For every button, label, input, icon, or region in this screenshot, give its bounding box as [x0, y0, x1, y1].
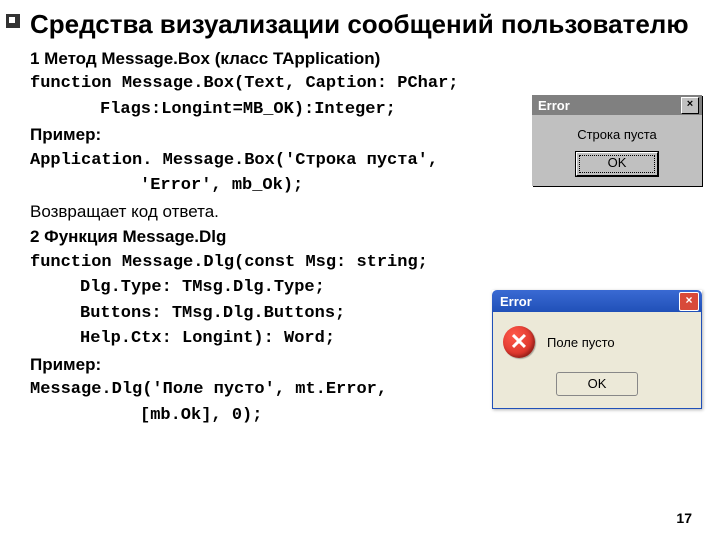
section1-returns: Возвращает код ответа. [30, 199, 690, 225]
dialog2-body: ✕ Поле пусто OK [492, 312, 702, 409]
dialog2-message: Поле пусто [547, 335, 615, 350]
dialog2-title: Error [500, 294, 532, 309]
bullet-icon [6, 14, 20, 28]
dialog1-message: Строка пуста [540, 127, 694, 142]
dialog1-title: Error [538, 98, 570, 113]
section2-heading: 2 Функция Message.Dlg [30, 224, 690, 250]
section1-heading: 1 Метод Message.Box (класс TApplication) [30, 46, 690, 72]
page-number: 17 [676, 510, 692, 526]
ok-button[interactable]: OK [556, 372, 638, 396]
dialog2-titlebar[interactable]: Error × [492, 290, 702, 312]
ok-button[interactable]: OK [576, 152, 658, 176]
messagedlg-dialog: Error × ✕ Поле пусто OK [492, 290, 702, 409]
dialog1-body: Строка пуста OK [532, 115, 702, 186]
section2-decl-line1: function Message.Dlg(const Msg: string; [30, 250, 690, 276]
close-icon[interactable]: × [679, 292, 699, 311]
close-icon[interactable]: × [681, 97, 699, 114]
dialog1-titlebar[interactable]: Error × [532, 95, 702, 115]
messagebox-dialog: Error × Строка пуста OK [532, 95, 702, 186]
section1-decl-line1: function Message.Box(Text, Caption: PCha… [30, 71, 690, 97]
error-icon: ✕ [503, 326, 535, 358]
page-title: Средства визуализации сообщений пользова… [30, 10, 690, 40]
slide: Средства визуализации сообщений пользова… [0, 0, 720, 540]
